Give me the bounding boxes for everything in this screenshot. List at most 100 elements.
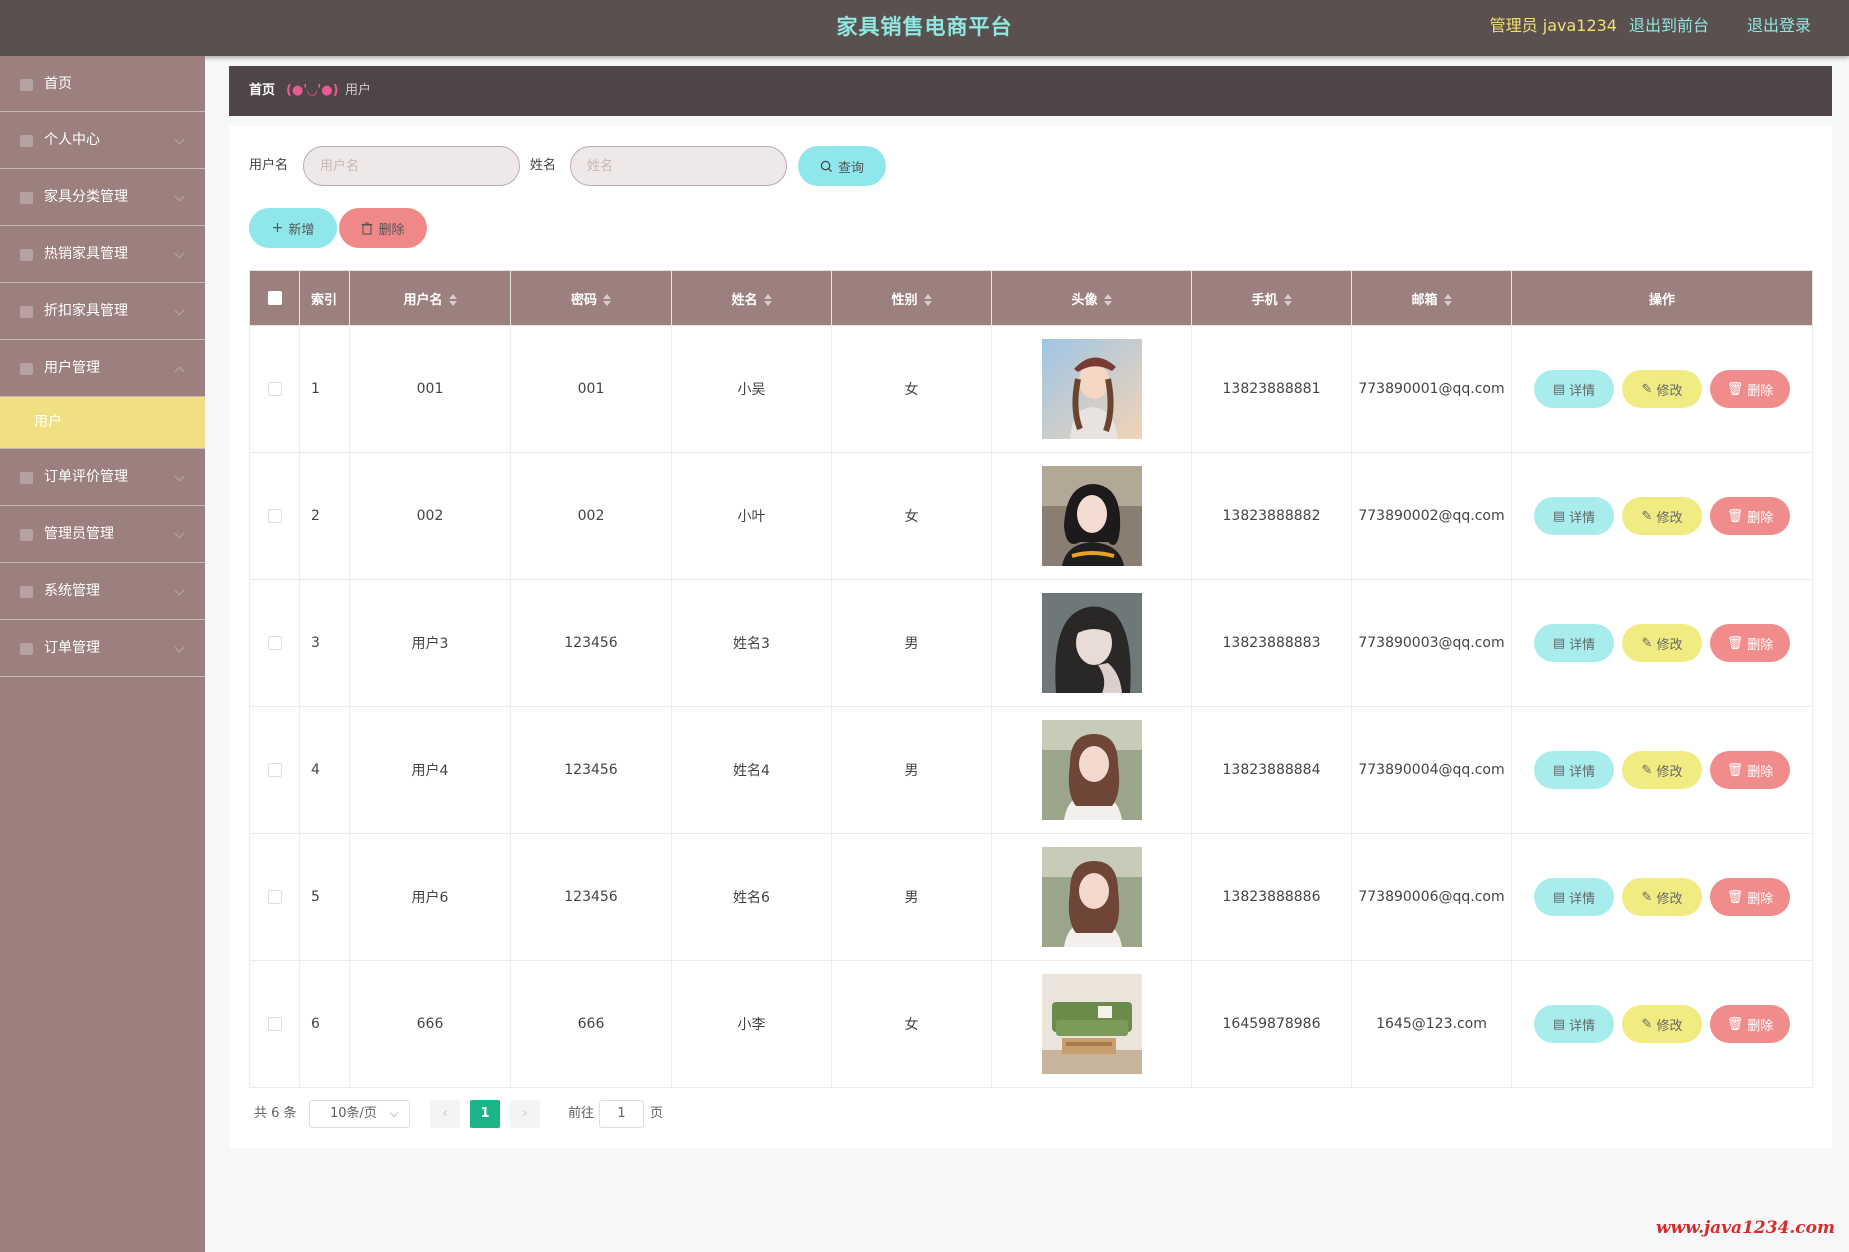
delete-label: 删除: [1747, 637, 1774, 653]
edit-button[interactable]: ✎ 修改: [1622, 624, 1702, 662]
sidebar-item-user-management[interactable]: 用户管理: [0, 340, 205, 397]
sort-icon[interactable]: [603, 294, 611, 306]
row-select-cell[interactable]: [249, 833, 300, 961]
chevron-down-icon: [174, 191, 185, 202]
row-checkbox[interactable]: [267, 382, 282, 396]
document-icon: ▤: [1552, 762, 1566, 778]
header-username[interactable]: 用户名: [349, 270, 511, 326]
cell-avatar: [991, 325, 1192, 453]
delete-button[interactable]: 🗑︎ 删除: [1710, 497, 1790, 535]
query-button[interactable]: 查询: [798, 146, 886, 186]
sidebar-item-label: 个人中心: [44, 132, 100, 148]
cell-phone: 13823888882: [1191, 452, 1352, 580]
select-all-checkbox[interactable]: [267, 291, 282, 305]
sort-icon[interactable]: [448, 294, 457, 306]
cell-avatar: [991, 452, 1192, 580]
sidebar-item-orders[interactable]: 订单管理: [0, 620, 205, 677]
cell-phone: 16459878986: [1191, 960, 1352, 1088]
cell-avatar: [991, 960, 1192, 1088]
chevron-left-icon: ‹: [442, 1106, 448, 1121]
cell-gender: 女: [831, 325, 992, 453]
sidebar: 首页 个人中心 家具分类管理 热销家具管理 折扣家具管理 用户管理 用户 订单评…: [0, 56, 205, 1252]
page-number-current[interactable]: 1: [470, 1100, 500, 1128]
detail-button[interactable]: ▤ 详情: [1534, 370, 1614, 408]
delete-button[interactable]: 🗑︎ 删除: [1710, 370, 1790, 408]
sidebar-item-hot-furniture[interactable]: 热销家具管理: [0, 226, 205, 283]
table-row: 4 用户4 123456 姓名4 男 13823888884 773890004…: [249, 706, 1813, 834]
breadcrumb-home[interactable]: 首页: [249, 66, 275, 115]
chevron-down-icon: [174, 248, 185, 259]
sidebar-item-label: 系统管理: [44, 583, 100, 599]
row-checkbox[interactable]: [267, 763, 282, 777]
header-gender[interactable]: 性别: [831, 270, 992, 326]
sort-icon[interactable]: [1443, 294, 1452, 306]
cell-email: 773890003@qq.com: [1351, 579, 1512, 707]
batch-delete-button[interactable]: 删除: [339, 208, 427, 248]
row-checkbox[interactable]: [267, 636, 282, 650]
sidebar-item-home[interactable]: 首页: [0, 56, 205, 112]
detail-button[interactable]: ▤ 详情: [1534, 624, 1614, 662]
pagination-total: 共 6 条: [254, 1106, 297, 1121]
sidebar-item-profile[interactable]: 个人中心: [0, 112, 205, 169]
row-checkbox[interactable]: [267, 890, 282, 904]
sidebar-item-order-reviews[interactable]: 订单评价管理: [0, 449, 205, 506]
query-button-label: 查询: [837, 160, 864, 176]
add-button[interactable]: + 新增: [249, 208, 337, 248]
detail-button[interactable]: ▤ 详情: [1534, 751, 1614, 789]
chevron-down-icon: [174, 642, 185, 653]
sort-icon[interactable]: [1103, 294, 1112, 306]
header-password[interactable]: 密码: [510, 270, 672, 326]
page-size-select[interactable]: 10条/页: [309, 1100, 410, 1128]
edit-button[interactable]: ✎ 修改: [1622, 878, 1702, 916]
row-checkbox[interactable]: [267, 509, 282, 523]
sidebar-item-label: 折扣家具管理: [44, 303, 128, 319]
detail-button[interactable]: ▤ 详情: [1534, 878, 1614, 916]
name-search-input[interactable]: [570, 146, 787, 186]
row-select-cell[interactable]: [249, 452, 300, 580]
avatar-image: [1041, 720, 1142, 820]
prev-page-button[interactable]: ‹: [430, 1100, 460, 1128]
edit-button[interactable]: ✎ 修改: [1622, 497, 1702, 535]
cell-password: 001: [510, 325, 672, 453]
sidebar-item-discount-furniture[interactable]: 折扣家具管理: [0, 283, 205, 340]
sidebar-item-category[interactable]: 家具分类管理: [0, 169, 205, 226]
row-select-cell[interactable]: [249, 325, 300, 453]
row-checkbox[interactable]: [267, 1017, 282, 1031]
delete-button[interactable]: 🗑︎ 删除: [1710, 1005, 1790, 1043]
document-icon: ▤: [1552, 889, 1566, 905]
sort-icon[interactable]: [1283, 294, 1292, 306]
delete-button[interactable]: 🗑︎ 删除: [1710, 878, 1790, 916]
sidebar-subitem-users[interactable]: 用户: [0, 397, 205, 449]
edit-button[interactable]: ✎ 修改: [1622, 751, 1702, 789]
sidebar-item-admin-management[interactable]: 管理员管理: [0, 506, 205, 563]
cell-phone: 13823888883: [1191, 579, 1352, 707]
edit-button[interactable]: ✎ 修改: [1622, 1005, 1702, 1043]
cell-gender: 女: [831, 960, 992, 1088]
edit-button[interactable]: ✎ 修改: [1622, 370, 1702, 408]
header-phone[interactable]: 手机: [1191, 270, 1352, 326]
logout-link[interactable]: 退出登录: [1747, 0, 1811, 52]
detail-button[interactable]: ▤ 详情: [1534, 1005, 1614, 1043]
row-select-cell[interactable]: [249, 579, 300, 707]
username-search-input[interactable]: [303, 146, 520, 186]
header-avatar[interactable]: 头像: [991, 270, 1192, 326]
cell-gender: 女: [831, 452, 992, 580]
front-link[interactable]: 退出到前台: [1629, 0, 1709, 52]
goto-page-input[interactable]: 1: [599, 1100, 644, 1128]
row-select-cell[interactable]: [249, 706, 300, 834]
header-email[interactable]: 邮箱: [1351, 270, 1512, 326]
select-all-cell[interactable]: [249, 270, 300, 326]
pencil-icon: ✎: [1641, 762, 1653, 778]
user-icon: [20, 135, 33, 147]
delete-button[interactable]: 🗑︎ 删除: [1710, 624, 1790, 662]
delete-button[interactable]: 🗑︎ 删除: [1710, 751, 1790, 789]
sort-icon[interactable]: [763, 294, 772, 306]
document-icon: ▤: [1552, 381, 1566, 397]
cell-name: 小叶: [671, 452, 832, 580]
sort-icon[interactable]: [923, 294, 932, 306]
next-page-button[interactable]: ›: [510, 1100, 540, 1128]
header-name[interactable]: 姓名: [671, 270, 832, 326]
sidebar-item-system[interactable]: 系统管理: [0, 563, 205, 620]
detail-button[interactable]: ▤ 详情: [1534, 497, 1614, 535]
row-select-cell[interactable]: [249, 960, 300, 1088]
